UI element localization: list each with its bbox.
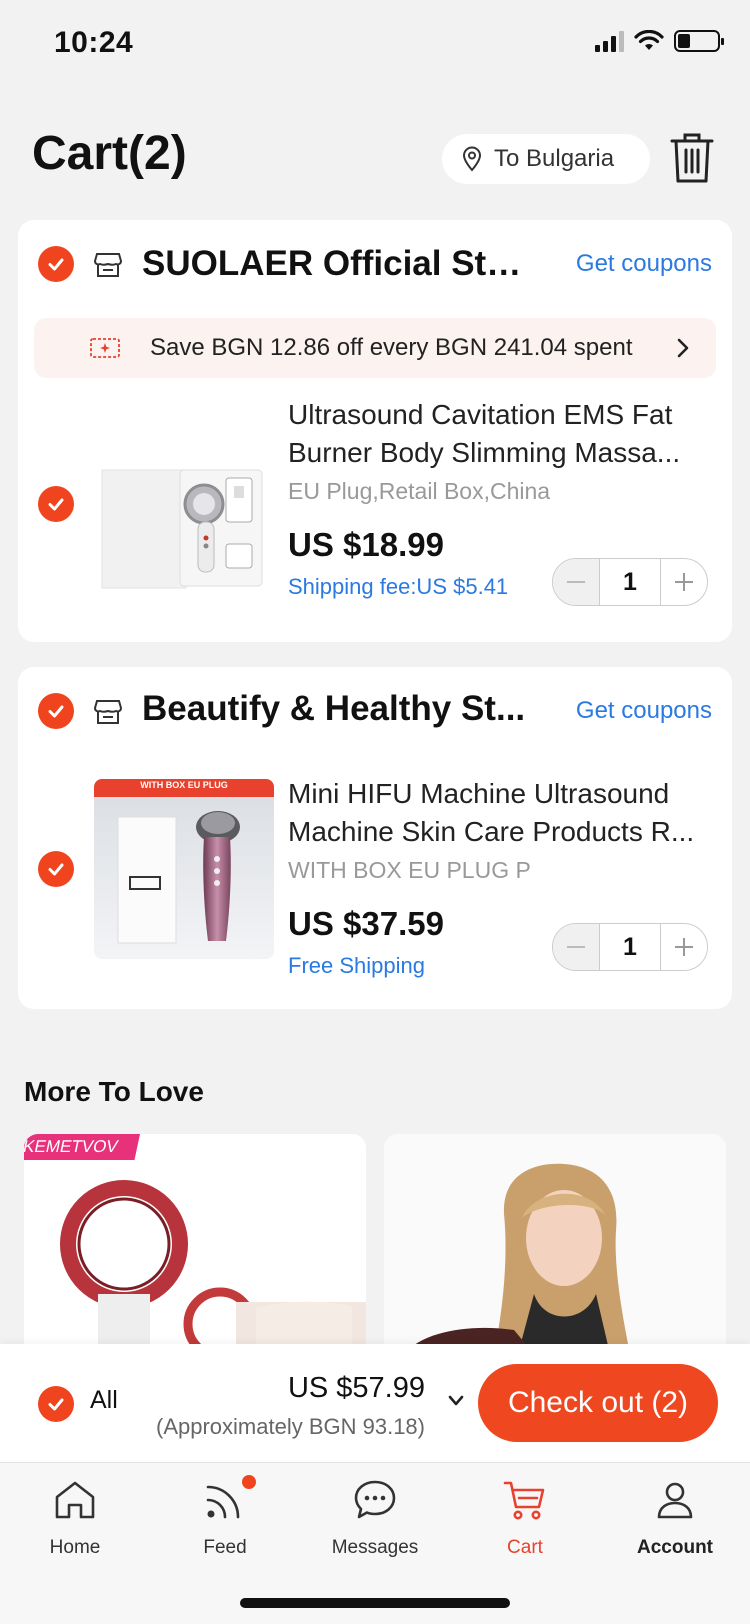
product-image[interactable] — [94, 414, 274, 594]
recommendation-card[interactable]: KEMETVOV — [24, 1134, 366, 1354]
plus-icon — [675, 938, 693, 956]
recommendation-image — [24, 1134, 366, 1354]
cart-icon — [503, 1481, 545, 1520]
recommendation-image — [384, 1134, 726, 1354]
minus-icon — [567, 581, 585, 583]
checkmark-icon — [48, 863, 64, 876]
product-title[interactable]: Mini HIFU Machine Ultrasound Machine Ski… — [288, 775, 698, 851]
checkmark-icon — [48, 498, 64, 511]
cart-header: Cart(2) To Bulgaria — [0, 118, 750, 198]
notification-dot — [242, 1475, 256, 1489]
product-variant[interactable]: EU Plug,Retail Box,China — [288, 478, 550, 505]
more-to-love-heading: More To Love — [24, 1076, 204, 1107]
tab-home[interactable]: Home — [0, 1477, 150, 1577]
tab-messages[interactable]: Messages — [300, 1477, 450, 1577]
store-select-checkbox[interactable] — [38, 693, 74, 729]
product-title[interactable]: Ultrasound Cavitation EMS Fat Burner Bod… — [288, 396, 698, 472]
status-icons — [595, 30, 724, 52]
shipping-info: Free Shipping — [288, 953, 425, 978]
image-banner-text: WITH BOX EU PLUG — [140, 780, 228, 790]
account-icon — [657, 1482, 693, 1519]
checkout-bar: All US $57.99 (Approximately BGN 93.18) … — [0, 1344, 750, 1462]
increase-quantity-button[interactable] — [661, 559, 707, 605]
item-select-checkbox[interactable] — [38, 851, 74, 887]
promo-banner[interactable]: Save BGN 12.86 off every BGN 241.04 spen… — [34, 318, 716, 378]
messages-icon — [354, 1480, 396, 1519]
coupon-icon — [90, 338, 120, 358]
checkmark-icon — [48, 258, 64, 271]
product-price: US $18.99 — [288, 526, 444, 563]
recommendation-card[interactable] — [384, 1134, 726, 1354]
decrease-quantity-button[interactable] — [553, 924, 599, 970]
trash-icon[interactable] — [670, 132, 714, 184]
product-variant[interactable]: WITH BOX EU PLUG P — [288, 857, 531, 884]
home-icon — [55, 1481, 95, 1519]
select-all-checkbox[interactable] — [38, 1386, 74, 1422]
tab-label: Feed — [203, 1537, 247, 1558]
tab-label: Messages — [331, 1537, 419, 1558]
product-price: US $37.59 — [288, 905, 444, 942]
signal-icon — [595, 30, 624, 52]
shipping-fee: Shipping fee:US $5.41 — [288, 574, 509, 599]
chevron-right-icon — [677, 338, 689, 358]
store-name[interactable]: SUOLAER Official Store — [142, 244, 532, 284]
checkmark-icon — [48, 1398, 64, 1411]
get-coupons-link[interactable]: Get coupons — [576, 250, 712, 278]
checkout-button[interactable]: Check out (2) — [478, 1364, 718, 1442]
chevron-down-icon[interactable] — [447, 1394, 465, 1408]
item-select-checkbox[interactable] — [38, 486, 74, 522]
minus-icon — [567, 946, 585, 948]
total-approximate: (Approximately BGN 93.18) — [156, 1414, 425, 1439]
store-icon — [94, 253, 122, 277]
battery-icon — [674, 30, 724, 52]
tab-label: Account — [637, 1537, 713, 1558]
product-image[interactable]: WITH BOX EU PLUG — [94, 779, 274, 959]
promo-text: Save BGN 12.86 off every BGN 241.04 spen… — [150, 334, 633, 361]
quantity-value[interactable]: 1 — [599, 559, 661, 605]
status-time: 10:24 — [54, 26, 134, 59]
quantity-stepper: 1 — [552, 558, 708, 606]
tab-cart[interactable]: Cart — [450, 1477, 600, 1577]
checkmark-icon — [48, 705, 64, 718]
select-all-label[interactable]: All — [90, 1386, 118, 1415]
wifi-icon — [634, 30, 664, 50]
tab-label: Home — [49, 1537, 101, 1558]
store-card-beautify: Beautify & Healthy St... Get coupons WIT… — [18, 667, 732, 1009]
quantity-stepper: 1 — [552, 923, 708, 971]
tab-account[interactable]: Account — [600, 1477, 750, 1577]
tab-label: Cart — [507, 1537, 543, 1558]
location-selector[interactable]: To Bulgaria — [442, 134, 650, 184]
store-select-checkbox[interactable] — [38, 246, 74, 282]
feed-icon — [206, 1485, 240, 1519]
total-price: US $57.99 — [287, 1372, 425, 1404]
store-card-suolaer: SUOLAER Official Store Get coupons Save … — [18, 220, 732, 642]
location-label: To Bulgaria — [494, 145, 615, 172]
product-photo-hifu-device — [94, 779, 274, 959]
store-icon — [94, 700, 122, 724]
tab-feed[interactable]: Feed — [150, 1475, 300, 1577]
product-photo-slimming-device — [94, 414, 274, 594]
home-indicator — [240, 1598, 510, 1608]
increase-quantity-button[interactable] — [661, 924, 707, 970]
store-name[interactable]: Beautify & Healthy St... — [142, 689, 542, 729]
plus-icon — [675, 573, 693, 591]
decrease-quantity-button[interactable] — [553, 559, 599, 605]
get-coupons-link[interactable]: Get coupons — [576, 697, 712, 725]
recommendation-badge: KEMETVOV — [24, 1134, 141, 1160]
status-bar: 10:24 — [0, 0, 750, 90]
location-pin-icon — [462, 146, 482, 172]
page-title: Cart(2) — [32, 127, 187, 180]
quantity-value[interactable]: 1 — [599, 924, 661, 970]
